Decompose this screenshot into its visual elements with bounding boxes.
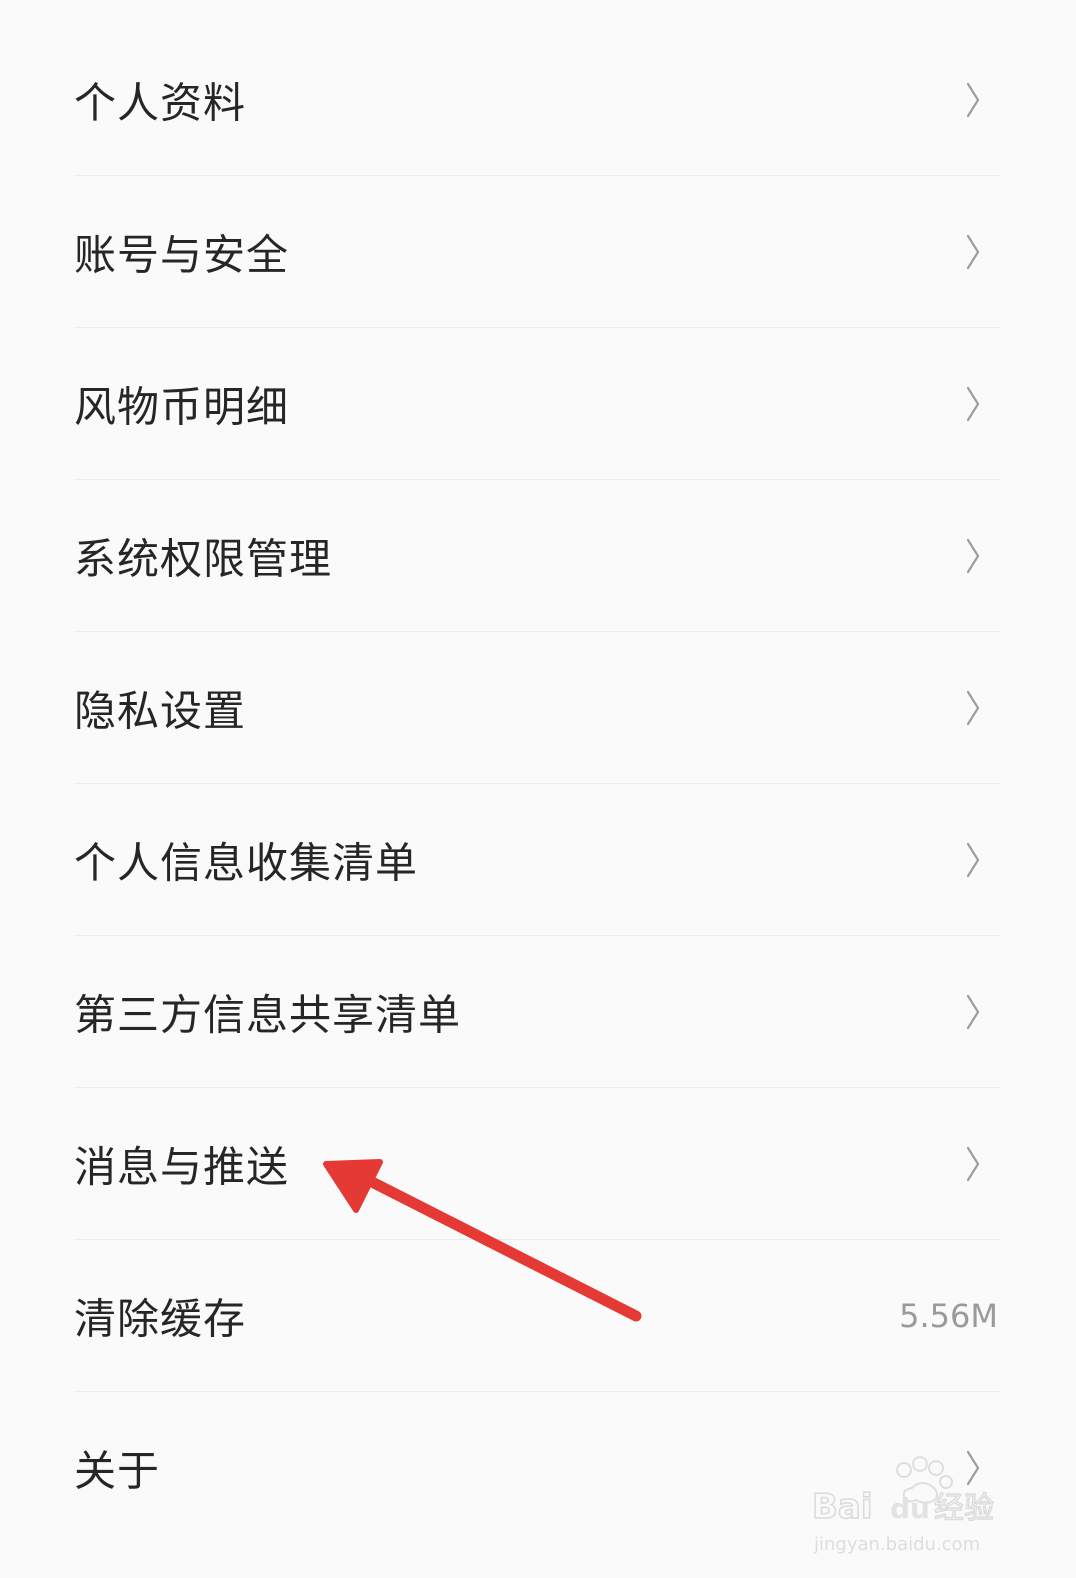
row-third-party-sharing[interactable]: 第三方信息共享清单 bbox=[0, 936, 1076, 1088]
row-system-permissions-label: 系统权限管理 bbox=[74, 534, 333, 584]
chevron-right-icon bbox=[966, 82, 980, 118]
row-about-label: 关于 bbox=[74, 1446, 161, 1496]
baidu-watermark-logo: Bai du 经验 jingyan.baidu.com bbox=[812, 1456, 995, 1555]
row-account-security[interactable]: 账号与安全 bbox=[0, 176, 1076, 328]
chevron-right-icon bbox=[966, 994, 980, 1030]
svg-text:jingyan.baidu.com: jingyan.baidu.com bbox=[813, 1534, 980, 1555]
chevron-right-icon bbox=[966, 842, 980, 878]
chevron-right-icon bbox=[966, 234, 980, 270]
row-messages-push[interactable]: 消息与推送 bbox=[0, 1088, 1076, 1240]
row-system-permissions[interactable]: 系统权限管理 bbox=[0, 480, 1076, 632]
row-coin-details[interactable]: 风物币明细 bbox=[0, 328, 1076, 480]
row-profile-label: 个人资料 bbox=[74, 78, 247, 128]
row-privacy-settings[interactable]: 隐私设置 bbox=[0, 632, 1076, 784]
row-personal-info-list-label: 个人信息收集清单 bbox=[74, 838, 419, 888]
row-third-party-sharing-label: 第三方信息共享清单 bbox=[74, 990, 462, 1040]
row-messages-push-label: 消息与推送 bbox=[74, 1142, 290, 1192]
row-account-security-label: 账号与安全 bbox=[74, 230, 290, 280]
svg-text:du: du bbox=[890, 1492, 930, 1525]
svg-text:经验: 经验 bbox=[934, 1491, 994, 1526]
row-privacy-settings-label: 隐私设置 bbox=[74, 686, 247, 736]
chevron-right-icon bbox=[966, 538, 980, 574]
chevron-right-icon bbox=[966, 1146, 980, 1182]
chevron-right-icon bbox=[966, 386, 980, 422]
svg-text:Bai: Bai bbox=[812, 1487, 873, 1527]
chevron-right-icon bbox=[966, 690, 980, 726]
row-coin-details-label: 风物币明细 bbox=[74, 382, 290, 432]
row-profile[interactable]: 个人资料 bbox=[0, 24, 1076, 176]
row-clear-cache-label: 清除缓存 bbox=[74, 1294, 247, 1344]
row-personal-info-list[interactable]: 个人信息收集清单 bbox=[0, 784, 1076, 936]
row-clear-cache[interactable]: 清除缓存 5.56M bbox=[0, 1240, 1076, 1392]
settings-list: 个人资料 账号与安全 风物币明细 系统权限管理 隐私设置 个人信息收集清单 第三… bbox=[0, 24, 1076, 1544]
cache-size-value: 5.56M bbox=[899, 1297, 998, 1335]
